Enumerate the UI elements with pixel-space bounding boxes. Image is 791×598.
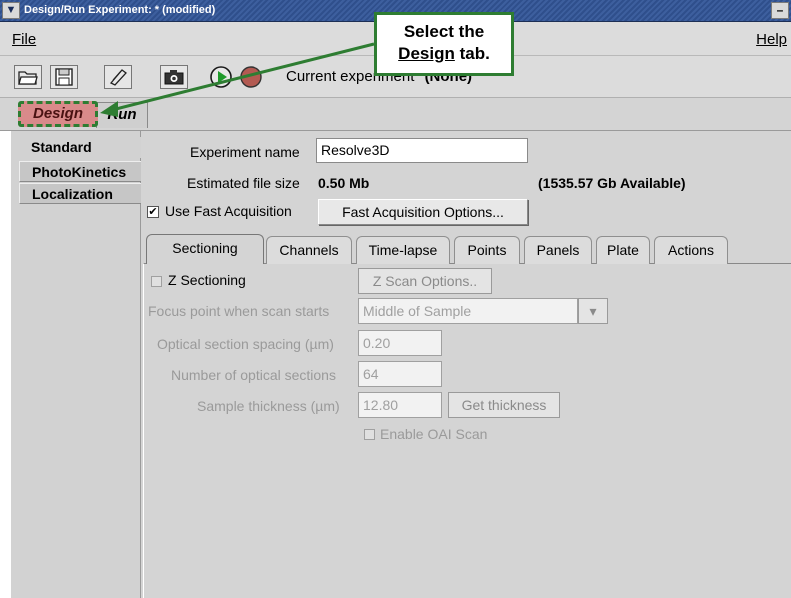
fast-acquisition-checkbox[interactable]: ✔ (147, 206, 159, 218)
tab-points[interactable]: Points (454, 236, 520, 264)
get-thickness-button[interactable]: Get thickness (448, 392, 560, 418)
menu-file[interactable]: File (12, 31, 36, 48)
chevron-down-icon[interactable]: ▾ (578, 298, 608, 324)
menu-help[interactable]: Help (756, 31, 787, 48)
callout-line2: Design tab. (377, 43, 511, 65)
available-space: (1535.57 Gb Available) (538, 175, 686, 191)
section-spacing-input[interactable]: 0.20 (358, 330, 442, 356)
experiment-name-label: Experiment name (190, 144, 300, 160)
open-folder-icon[interactable] (14, 65, 42, 89)
callout-rest: tab. (454, 44, 490, 63)
enable-oai-label: Enable OAI Scan (380, 426, 488, 442)
sample-thickness-label: Sample thickness (µm) (197, 398, 340, 414)
z-sectioning-label: Z Sectioning (168, 272, 246, 288)
sample-thickness-input[interactable]: 12.80 (358, 392, 442, 418)
play-icon[interactable] (208, 65, 234, 89)
num-sections-label: Number of optical sections (171, 367, 336, 383)
z-sectioning-checkbox[interactable] (151, 276, 162, 287)
tab-run[interactable]: Run (96, 102, 148, 128)
list-item-photokinetics[interactable]: PhotoKinetics (19, 161, 143, 182)
focus-point-label: Focus point when scan starts (148, 303, 330, 319)
window-menu-button[interactable]: ▼ (2, 2, 20, 19)
section-spacing-label: Optical section spacing (µm) (157, 336, 334, 352)
tab-channels[interactable]: Channels (266, 236, 352, 264)
fast-acquisition-options-button[interactable]: Fast Acquisition Options... (318, 199, 528, 225)
minimize-button[interactable]: – (771, 2, 789, 19)
callout-line1: Select the (403, 22, 485, 41)
tab-panels[interactable]: Panels (524, 236, 592, 264)
window-title: Design/Run Experiment: * (modified) (24, 4, 216, 16)
fast-acquisition-label: Use Fast Acquisition (165, 203, 292, 219)
edit-icon[interactable] (104, 65, 132, 89)
z-scan-options-button[interactable]: Z Scan Options.. (358, 268, 492, 294)
focus-point-select[interactable]: Middle of Sample (358, 298, 578, 324)
enable-oai-checkbox[interactable] (364, 429, 375, 440)
outer-tab-bar: Run Design (0, 98, 791, 131)
experiment-type-list: Standard PhotoKinetics Localization (11, 131, 143, 598)
tab-plate[interactable]: Plate (596, 236, 650, 264)
experiment-name-input[interactable]: Resolve3D (316, 138, 528, 163)
tab-actions[interactable]: Actions (654, 236, 728, 264)
list-item-localization[interactable]: Localization (19, 183, 143, 204)
instruction-callout: Select the Design tab. (374, 12, 514, 76)
stop-icon[interactable] (238, 65, 264, 89)
num-sections-input[interactable]: 64 (358, 361, 442, 387)
camera-icon[interactable] (160, 65, 188, 89)
file-size-value: 0.50 Mb (318, 175, 370, 191)
tab-design[interactable]: Design (18, 101, 98, 127)
list-item-standard[interactable]: Standard (19, 137, 143, 158)
tab-time-lapse[interactable]: Time-lapse (356, 236, 450, 264)
tab-sectioning[interactable]: Sectioning (146, 234, 264, 264)
save-icon[interactable] (50, 65, 78, 89)
callout-design-word: Design (398, 44, 455, 63)
file-size-label: Estimated file size (187, 175, 300, 191)
